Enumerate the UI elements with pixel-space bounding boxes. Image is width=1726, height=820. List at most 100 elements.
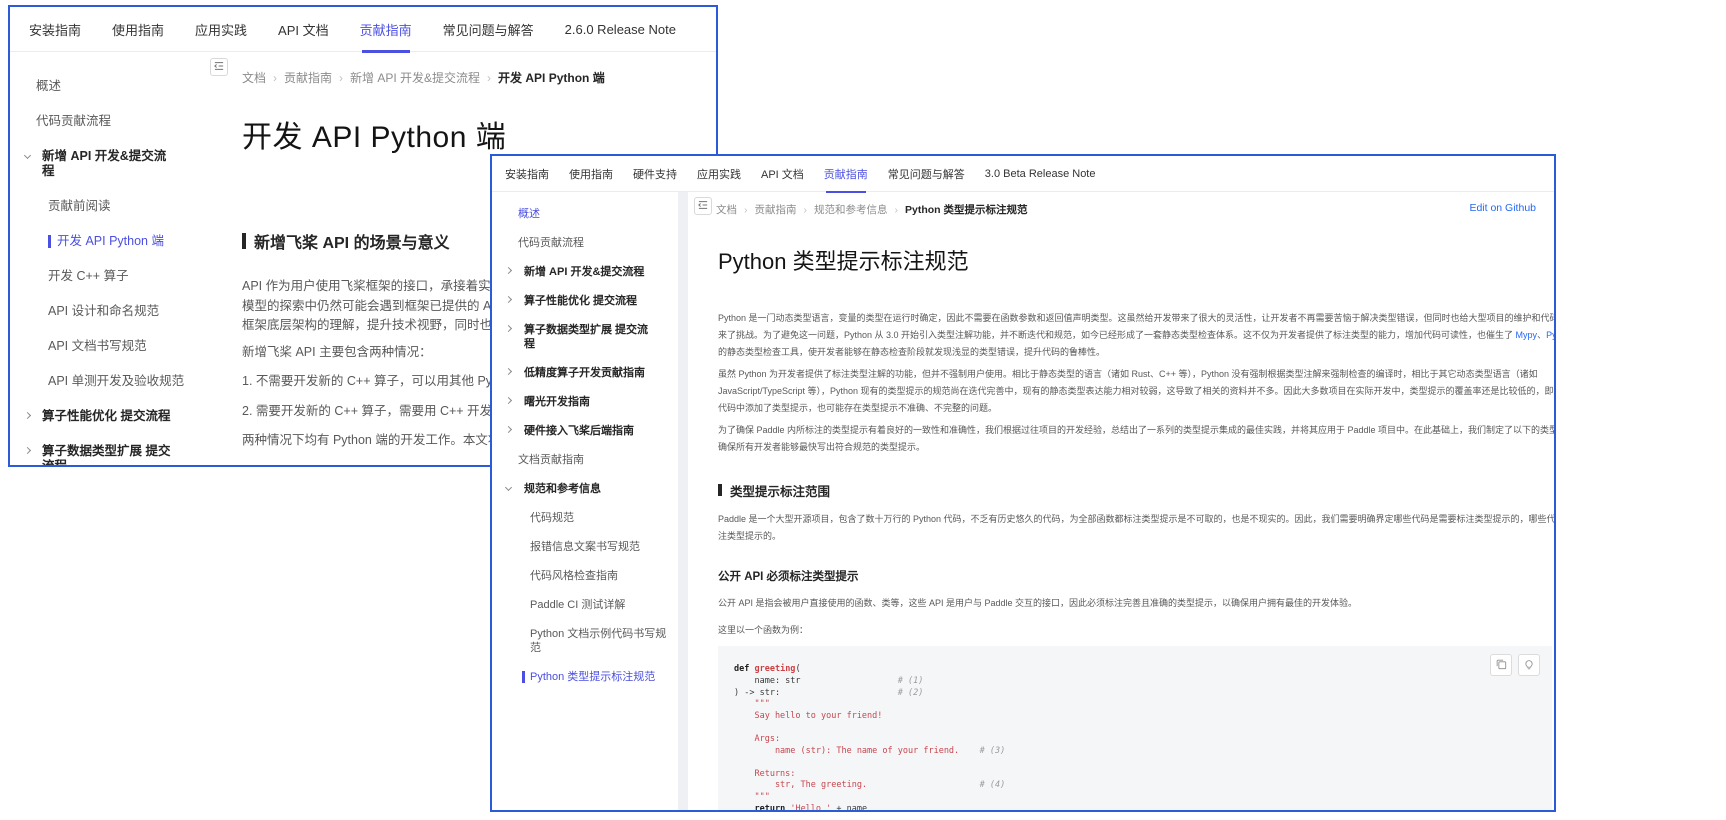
text-line: Python 是一门动态类型语言，变量的类型在运行时确定，因此不需要在函数参数和…: [718, 310, 1554, 327]
breadcrumb-item[interactable]: 文档: [716, 202, 755, 217]
nav-item-practice[interactable]: 应用实践: [697, 166, 741, 182]
sidebar-item-doc-contribution[interactable]: 文档贡献指南: [492, 453, 688, 467]
code-line: """: [734, 792, 1552, 804]
text-line: 来了挑战。为了避免这一问题，Python 从 3.0 开始引入类型注解功能，并不…: [718, 327, 1554, 344]
sidebar-item-pre-reading[interactable]: 贡献前阅读: [10, 199, 206, 214]
sidebar-item-code-contribution[interactable]: 代码贡献流程: [492, 236, 688, 250]
sidebar-group-op-dtype[interactable]: 算子数据类型扩展 提交流程: [10, 444, 206, 465]
sidebar-item-code-spec[interactable]: 代码规范: [492, 511, 688, 525]
sidebar-group-label: 算子性能优化 提交流程: [42, 409, 170, 423]
text-segment: 、: [1537, 330, 1546, 340]
sidebar-scrollbar[interactable]: [678, 192, 688, 810]
sidebar-group-op-perf[interactable]: 算子性能优化 提交流程: [492, 294, 688, 308]
sidebar-toggle-button[interactable]: [694, 197, 712, 215]
sidebar-item-python-type-hint[interactable]: Python 类型提示标注规范: [492, 670, 688, 684]
paragraph: Python 是一门动态类型语言，变量的类型在运行时确定，因此不需要在函数参数和…: [688, 310, 1554, 362]
copy-code-button[interactable]: [1490, 654, 1512, 676]
back-top-nav: 安装指南 使用指南 应用实践 API 文档 贡献指南 常见问题与解答 2.6.0…: [10, 7, 716, 52]
code-line: name: str # (1): [734, 676, 1552, 688]
breadcrumb-item[interactable]: 贡献指南: [284, 69, 350, 86]
code-line: Say hello to your friend!: [734, 711, 1552, 723]
code-line: """: [734, 699, 1552, 711]
code-line: return 'Hello ' + name: [734, 804, 1552, 810]
sidebar-item-dev-api-python[interactable]: 开发 API Python 端: [10, 234, 206, 249]
pyright-link[interactable]: Pyright: [1546, 330, 1554, 340]
sidebar-group-new-api[interactable]: 新增 API 开发&提交流程: [492, 265, 688, 279]
nav-item-install[interactable]: 安装指南: [505, 166, 549, 182]
chevron-right-icon: [505, 296, 512, 303]
breadcrumb-item[interactable]: 规范和参考信息: [814, 202, 905, 217]
text-line: Paddle 是一个大型开源项目，包含了数十万行的 Python 代码，不乏有历…: [718, 511, 1554, 528]
sidebar-item-api-naming[interactable]: API 设计和命名规范: [10, 304, 206, 319]
sidebar-item-code-style-check[interactable]: 代码风格检查指南: [492, 569, 688, 583]
sidebar-item-api-unittest[interactable]: API 单测开发及验收规范: [10, 374, 206, 389]
front-window: 安装指南 使用指南 硬件支持 应用实践 API 文档 贡献指南 常见问题与解答 …: [490, 154, 1556, 812]
text-line: 代码中添加了类型提示，也可能存在类型提示不准确、不完整的问题。: [718, 400, 1554, 417]
text-line: 为了确保 Paddle 内所标注的类型提示有着良好的一致性和准确性，我们根据过往…: [718, 422, 1554, 439]
sidebar-item-paddle-ci[interactable]: Paddle CI 测试详解: [492, 598, 688, 612]
sidebar-item-python-doc-example[interactable]: Python 文档示例代码书写规范: [492, 627, 688, 655]
text-line: 确保所有开发者能够最快写出符合规范的类型提示。: [718, 439, 1554, 456]
nav-item-api-docs[interactable]: API 文档: [761, 166, 804, 182]
sidebar-item-error-message-spec[interactable]: 报错信息文案书写规范: [492, 540, 688, 554]
nav-item-release-note[interactable]: 3.0 Beta Release Note: [985, 168, 1096, 180]
lightbulb-button[interactable]: [1518, 654, 1540, 676]
section-heading-text: 类型提示标注范围: [730, 481, 830, 500]
page-title: Python 类型提示标注规范: [718, 247, 1554, 277]
chevron-right-icon: [505, 426, 512, 433]
nav-item-contribute[interactable]: 贡献指南: [360, 20, 412, 39]
nav-item-usage[interactable]: 使用指南: [569, 166, 613, 182]
nav-item-hardware[interactable]: 硬件支持: [633, 166, 677, 182]
edit-on-github-link[interactable]: Edit on Github: [1469, 202, 1536, 214]
sidebar-group-op-dtype[interactable]: 算子数据类型扩展 提交流程: [492, 323, 688, 351]
sidebar-toggle-button[interactable]: [210, 58, 228, 76]
sidebar-group-label: 新增 API 开发&提交流程: [42, 149, 166, 178]
breadcrumb-current: 开发 API Python 端: [498, 69, 605, 86]
subsection-heading: 公开 API 必须标注类型提示: [718, 568, 1554, 584]
nav-item-faq[interactable]: 常见问题与解答: [443, 20, 534, 39]
breadcrumb-item[interactable]: 文档: [242, 69, 284, 86]
sidebar-item-overview[interactable]: 概述: [10, 79, 206, 94]
sidebar-item-code-contribution[interactable]: 代码贡献流程: [10, 114, 206, 129]
page-title: 开发 API Python 端: [242, 117, 716, 159]
nav-item-faq[interactable]: 常见问题与解答: [888, 166, 965, 182]
text-line: 注类型提示的。: [718, 528, 1554, 545]
sidebar-item-overview[interactable]: 概述: [492, 207, 688, 221]
text-segment: 来了挑战。为了避免这一问题，Python 从 3.0 开始引入类型注解功能，并不…: [718, 330, 1516, 340]
nav-item-contribute[interactable]: 贡献指南: [824, 166, 868, 182]
code-line: [734, 722, 1552, 734]
text-line: 公开 API 是指会被用户直接使用的函数、类等，这些 API 是用户与 Padd…: [718, 595, 1554, 612]
sidebar-collapse-icon: [213, 60, 225, 75]
mypy-link[interactable]: Mypy: [1516, 330, 1538, 340]
paragraph: 虽然 Python 为开发者提供了标注类型注解的功能，但并不强制用户使用。相比于…: [688, 366, 1554, 418]
section-heading: 类型提示标注范围: [718, 481, 1554, 500]
nav-item-usage[interactable]: 使用指南: [112, 20, 164, 39]
sidebar-group-new-api[interactable]: 新增 API 开发&提交流程: [10, 149, 206, 179]
nav-item-release-note[interactable]: 2.6.0 Release Note: [565, 22, 676, 37]
paragraph: 为了确保 Paddle 内所标注的类型提示有着良好的一致性和准确性，我们根据过往…: [688, 422, 1554, 456]
sidebar-group-label: 曙光开发指南: [524, 396, 590, 408]
code-line: Returns:: [734, 769, 1552, 781]
nav-item-api-docs[interactable]: API 文档: [278, 20, 329, 39]
sidebar-group-spec-reference[interactable]: 规范和参考信息: [492, 482, 688, 496]
text-line: JavaScript/TypeScript 等），Python 现有的类型提示的…: [718, 383, 1554, 400]
sidebar-item-dev-cpp-op[interactable]: 开发 C++ 算子: [10, 269, 206, 284]
sidebar-group-hardware-backend[interactable]: 硬件接入飞桨后端指南: [492, 424, 688, 438]
breadcrumb-item[interactable]: 贡献指南: [755, 202, 815, 217]
code-line: [734, 757, 1552, 769]
nav-item-practice[interactable]: 应用实践: [195, 20, 247, 39]
sidebar-group-shuguang[interactable]: 曙光开发指南: [492, 395, 688, 409]
front-content: 文档 贡献指南 规范和参考信息 Python 类型提示标注规范 Edit on …: [688, 192, 1554, 810]
front-top-nav: 安装指南 使用指南 硬件支持 应用实践 API 文档 贡献指南 常见问题与解答 …: [492, 156, 1554, 192]
sidebar-group-low-precision[interactable]: 低精度算子开发贡献指南: [492, 366, 688, 380]
chevron-down-icon: [505, 484, 512, 491]
breadcrumb-item[interactable]: 新增 API 开发&提交流程: [350, 69, 498, 86]
sidebar-group-label: 规范和参考信息: [524, 483, 601, 495]
sidebar-group-label: 算子性能优化 提交流程: [524, 295, 637, 307]
code-line: ) -> str: # (2): [734, 688, 1552, 700]
breadcrumb: 文档 贡献指南 新增 API 开发&提交流程 开发 API Python 端: [242, 69, 716, 86]
section-heading-text: 新增飞桨 API 的场景与意义: [254, 229, 450, 253]
nav-item-install[interactable]: 安装指南: [29, 20, 81, 39]
sidebar-item-api-doc-spec[interactable]: API 文档书写规范: [10, 339, 206, 354]
sidebar-group-op-perf[interactable]: 算子性能优化 提交流程: [10, 409, 206, 424]
